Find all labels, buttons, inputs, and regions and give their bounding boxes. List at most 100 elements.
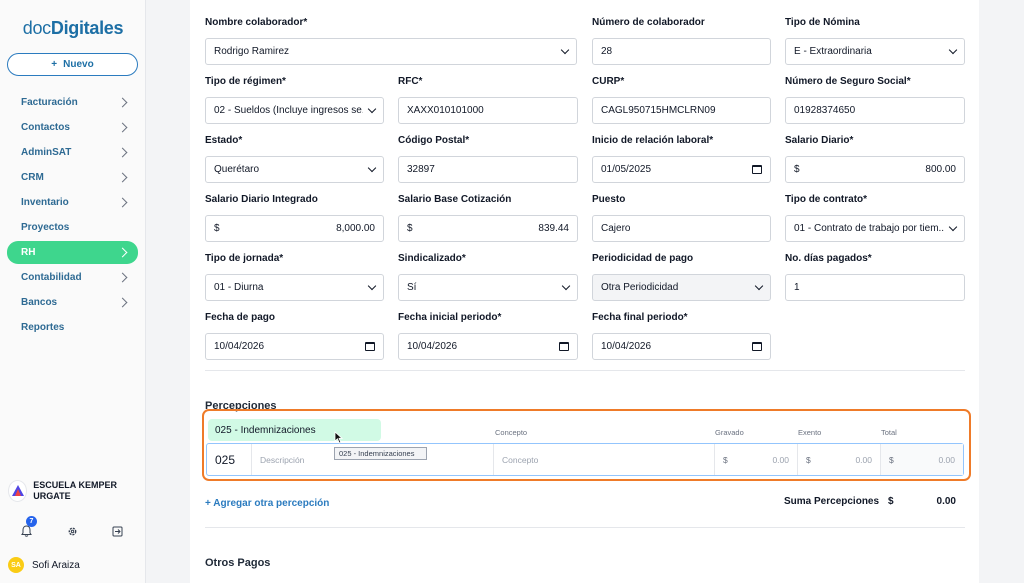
gravado-input[interactable]: $0.00 [715, 444, 798, 475]
dropdown-option-indemnizaciones[interactable]: 025 - Indemnizaciones [208, 419, 381, 441]
estado-select[interactable]: Querétaro [205, 156, 384, 183]
chevron-right-icon [117, 122, 128, 133]
puesto-input[interactable]: Cajero [592, 215, 771, 242]
rfc-input[interactable]: XAXX010101000 [398, 97, 578, 124]
sdi-input[interactable]: $8,000.00 [205, 215, 384, 242]
suma-percepciones-label: Suma Percepciones [784, 496, 880, 507]
organization-switcher[interactable]: ESCUELA KEMPER URGATE [8, 480, 140, 502]
nss-field: Número de Seguro Social* 01928374650 [785, 76, 965, 124]
chevron-right-icon [117, 297, 128, 308]
sidebar-item-rh[interactable]: RH [7, 241, 138, 264]
tipo-regimen-field: Tipo de régimen* 02 - Sueldos (Incluye i… [205, 76, 384, 124]
user-name: Sofi Araiza [32, 559, 80, 571]
otros-pagos-title: Otros Pagos [205, 557, 271, 569]
puesto-field: Puesto Cajero [592, 194, 771, 242]
codigo-postal-input[interactable]: 32897 [398, 156, 578, 183]
sbc-input[interactable]: $839.44 [398, 215, 578, 242]
suma-percepciones-value: 0.00 [936, 496, 956, 507]
concepto-input[interactable]: Concepto [494, 444, 715, 475]
col-total: Total [881, 428, 897, 437]
sindicalizado-select[interactable]: Sí [398, 274, 578, 301]
sidebar-item-bancos[interactable]: Bancos [7, 291, 138, 314]
chevron-right-icon [117, 197, 128, 208]
sidebar-item-crm[interactable]: CRM [7, 166, 138, 189]
calendar-icon[interactable] [752, 165, 762, 174]
tipo-nomina-field: Tipo de Nómina E - Extraordinaria [785, 17, 965, 65]
app-logo[interactable]: docDigitales [0, 18, 146, 39]
sidebar: docDigitales + Nuevo Facturación Contact… [0, 0, 146, 583]
tipo-contrato-select[interactable]: 01 - Contrato de trabajo por tiem... [785, 215, 965, 242]
chevron-right-icon [117, 172, 128, 183]
avatar: SA [8, 557, 24, 573]
salario-diario-field: Salario Diario* $800.00 [785, 135, 965, 183]
tipo-jornada-select[interactable]: 01 - Diurna [205, 274, 384, 301]
calendar-icon[interactable] [365, 342, 375, 351]
col-gravado: Gravado [715, 428, 744, 437]
notification-badge: 7 [26, 516, 37, 527]
chevron-down-icon [367, 281, 377, 291]
inicio-relacion-date[interactable]: 01/05/2025 [592, 156, 771, 183]
percepcion-row: 025 Descripción Concepto $0.00 $0.00 $0.… [206, 443, 964, 476]
chevron-down-icon [367, 163, 377, 173]
fecha-pago-date[interactable]: 10/04/2026 [205, 333, 384, 360]
col-exento: Exento [798, 428, 822, 437]
sidebar-item-reportes[interactable]: Reportes [7, 316, 138, 339]
sidebar-item-proyectos[interactable]: Proyectos [7, 216, 138, 239]
exento-input[interactable]: $0.00 [798, 444, 881, 475]
percepcion-code-input[interactable]: 025 [207, 444, 252, 475]
fecha-pago-field: Fecha de pago 10/04/2026 [205, 312, 384, 360]
dias-pagados-input[interactable]: 1 [785, 274, 965, 301]
curp-input[interactable]: CAGL950715HMCLRN09 [592, 97, 771, 124]
chevron-down-icon [948, 45, 958, 55]
codigo-postal-field: Código Postal* 32897 [398, 135, 578, 183]
fecha-inicial-date[interactable]: 10/04/2026 [398, 333, 578, 360]
sindicalizado-field: Sindicalizado* Sí [398, 253, 578, 301]
salario-diario-input[interactable]: $800.00 [785, 156, 965, 183]
chevron-down-icon [754, 281, 764, 291]
bell-icon[interactable]: 7 [18, 516, 37, 539]
tipo-regimen-select[interactable]: 02 - Sueldos (Incluye ingresos se... [205, 97, 384, 124]
periodicidad-select[interactable]: Otra Periodicidad [592, 274, 771, 301]
logout-icon[interactable] [109, 523, 125, 539]
calendar-icon[interactable] [559, 342, 569, 351]
sidebar-actions: 7 [0, 516, 146, 541]
dias-pagados-field: No. días pagados* 1 [785, 253, 965, 301]
sidebar-item-facturacion[interactable]: Facturación [7, 91, 138, 114]
sidebar-nav: Facturación Contactos AdminSAT CRM Inven… [7, 91, 138, 341]
numero-colaborador-field: Número de colaborador 28 [592, 17, 771, 65]
periodicidad-field: Periodicidad de pago Otra Periodicidad [592, 253, 771, 301]
tipo-contrato-field: Tipo de contrato* 01 - Contrato de traba… [785, 194, 965, 242]
calendar-icon[interactable] [752, 342, 762, 351]
sdi-field: Salario Diario Integrado $8,000.00 [205, 194, 384, 242]
tipo-nomina-select[interactable]: E - Extraordinaria [785, 38, 965, 65]
suma-currency: $ [888, 496, 894, 507]
sidebar-item-adminsat[interactable]: AdminSAT [7, 141, 138, 164]
divider [205, 370, 965, 371]
divider [205, 527, 965, 528]
col-concepto: Concepto [495, 428, 528, 437]
fecha-inicial-field: Fecha inicial periodo* 10/04/2026 [398, 312, 578, 360]
tipo-jornada-field: Tipo de jornada* 01 - Diurna [205, 253, 384, 301]
numero-colaborador-input[interactable]: 28 [592, 38, 771, 65]
nss-input[interactable]: 01928374650 [785, 97, 965, 124]
sidebar-item-contactos[interactable]: Contactos [7, 116, 138, 139]
sidebar-item-contabilidad[interactable]: Contabilidad [7, 266, 138, 289]
chevron-right-icon [117, 272, 128, 283]
chevron-down-icon [367, 104, 377, 114]
estado-field: Estado* Querétaro [205, 135, 384, 183]
chevron-down-icon [560, 45, 570, 55]
user-profile[interactable]: SA Sofi Araiza [8, 557, 80, 573]
chevron-down-icon [948, 222, 958, 232]
tooltip: 025 - Indemnizaciones [334, 447, 427, 460]
nombre-colaborador-select[interactable]: Rodrigo Ramirez [205, 38, 577, 65]
total-input: $0.00 [881, 444, 963, 475]
chevron-right-icon [117, 147, 128, 158]
nombre-colaborador-field: Nombre colaborador* Rodrigo Ramirez [205, 17, 577, 65]
sidebar-item-inventario[interactable]: Inventario [7, 191, 138, 214]
new-button[interactable]: + Nuevo [7, 53, 138, 76]
rfc-field: RFC* XAXX010101000 [398, 76, 578, 124]
gear-icon[interactable] [64, 523, 80, 539]
fecha-final-date[interactable]: 10/04/2026 [592, 333, 771, 360]
chevron-right-icon [117, 97, 128, 108]
add-percepcion-link[interactable]: + Agregar otra percepción [205, 498, 329, 509]
